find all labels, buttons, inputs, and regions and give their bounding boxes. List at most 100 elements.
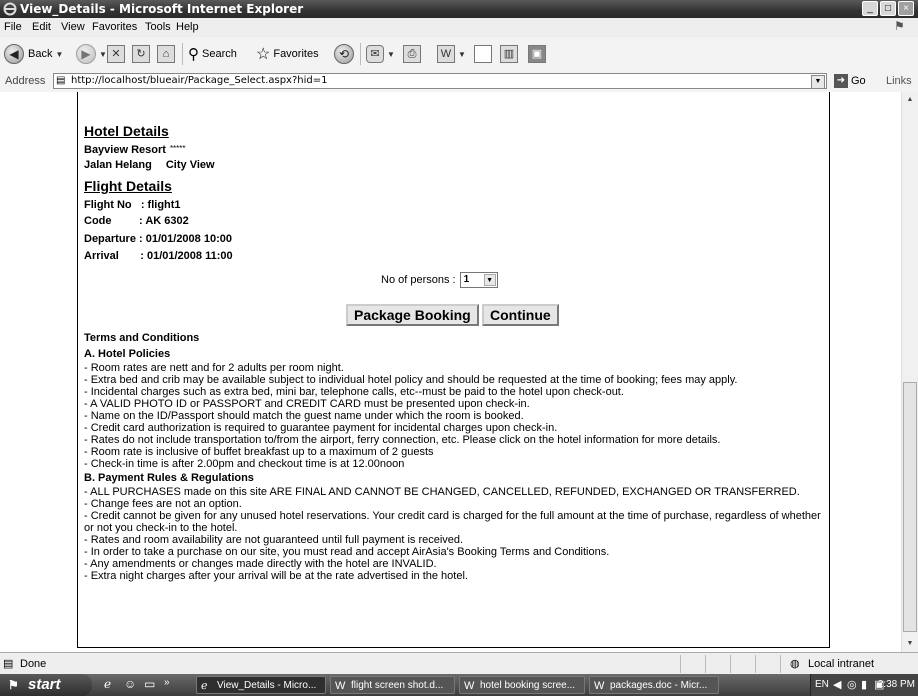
refresh-button[interactable]: ↻: [132, 43, 150, 65]
hotel-policies-title: A. Hotel Policies: [84, 348, 171, 360]
task-flight-doc[interactable]: W flight screen shot.d...: [330, 676, 455, 694]
task-view-details[interactable]: ℯ View_Details - Micro...: [196, 676, 326, 694]
start-button[interactable]: ⚑ start: [0, 674, 92, 696]
messenger-button[interactable]: ▣: [528, 43, 546, 65]
address-bar: Address ▤ http://localhost/blueair/Packa…: [0, 71, 918, 93]
payment-rule-item: - Rates and room availability are not gu…: [84, 534, 464, 546]
language-indicator[interactable]: EN: [815, 674, 829, 696]
hotel-policy-item: - Check-in time is after 2.00pm and chec…: [84, 458, 405, 470]
hotel-policy-item: - Room rate is inclusive of buffet break…: [84, 446, 434, 458]
persons-select[interactable]: 1 ▼: [459, 272, 498, 288]
chevron-down-icon: ▼: [387, 49, 395, 59]
status-divider: [755, 655, 756, 673]
payment-rule-item: - Any amendments or changes made directl…: [84, 558, 437, 570]
forward-button[interactable]: ▶ ▼: [76, 43, 107, 65]
minimize-button[interactable]: _: [862, 1, 878, 16]
menu-favorites[interactable]: Favorites: [92, 21, 137, 33]
research-icon: ▥: [500, 45, 518, 63]
word-task-icon: W: [335, 680, 346, 692]
star-icon: ☆: [256, 46, 271, 63]
search-label: Search: [202, 48, 237, 60]
more-quicklaunch-icon[interactable]: »: [164, 677, 170, 688]
title-bar: View_Details - Microsoft Internet Explor…: [0, 0, 918, 18]
scroll-down-icon[interactable]: ▼: [903, 637, 917, 651]
links-button[interactable]: Links: [886, 75, 912, 87]
history-button[interactable]: ⟲: [334, 43, 354, 65]
toolbar-separator: [182, 43, 183, 65]
task-label: flight screen shot.d...: [351, 680, 444, 691]
status-divider: [680, 655, 681, 673]
hotel-policy-item: - A VALID PHOTO ID or PASSPORT and CREDI…: [84, 398, 530, 410]
flight-departure: Departure : 01/01/2008 10:00: [84, 233, 232, 245]
scrollbar-thumb[interactable]: [903, 382, 917, 632]
page-done-icon: ▤: [3, 658, 14, 670]
stop-icon: ✕: [107, 45, 125, 63]
persons-value: 1: [463, 274, 470, 285]
menu-file[interactable]: File: [4, 21, 22, 33]
windows-logo-icon: ⚑: [894, 19, 905, 33]
favorites-label: Favorites: [273, 48, 319, 60]
terms-section: Terms and Conditions A. Hotel Policies -…: [84, 330, 824, 582]
task-hotel-doc[interactable]: W hotel booking scree...: [459, 676, 585, 694]
payment-rules-title: B. Payment Rules & Regulations: [84, 472, 254, 484]
back-label: Back: [28, 48, 53, 60]
package-booking-button[interactable]: Package Booking: [346, 304, 479, 326]
intranet-icon: ◍: [790, 658, 800, 670]
menu-view[interactable]: View: [61, 21, 85, 33]
chevron-down-icon: ▼: [99, 49, 107, 59]
task-packages-doc[interactable]: W packages.doc - Micr...: [589, 676, 719, 694]
hotel-details-heading: Hotel Details: [84, 123, 169, 139]
messenger-quicklaunch-icon[interactable]: ☺: [124, 677, 136, 691]
desktop-quicklaunch-icon[interactable]: ▭: [144, 677, 155, 691]
menu-tools[interactable]: Tools: [145, 21, 171, 33]
address-input[interactable]: ▤ http://localhost/blueair/Package_Selec…: [53, 73, 827, 89]
home-button[interactable]: ⌂: [157, 43, 175, 65]
volume-tray-icon[interactable]: ▮: [861, 674, 867, 696]
word-icon: W: [437, 45, 455, 63]
hotel-stars: *****: [169, 144, 186, 153]
hotel-location: Jalan Helang: [84, 159, 152, 171]
continue-button[interactable]: Continue: [482, 304, 559, 326]
page-content: Hotel Details Bayview Resort ***** Jalan …: [0, 92, 901, 652]
ie-quicklaunch-icon[interactable]: ℯ: [104, 677, 111, 691]
history-icon: ⟲: [334, 44, 354, 64]
edit-button[interactable]: W ▼: [437, 43, 466, 65]
print-button[interactable]: ⎙: [403, 43, 421, 65]
close-button[interactable]: ×: [898, 1, 914, 16]
scroll-up-icon[interactable]: ▲: [903, 93, 917, 107]
hotel-policy-item: - Room rates are nett and for 2 adults p…: [84, 362, 344, 374]
home-icon: ⌂: [157, 45, 175, 63]
page-icon: ▤: [56, 75, 66, 86]
network-tray-icon[interactable]: ◎: [847, 674, 857, 696]
menu-help[interactable]: Help: [176, 21, 199, 33]
hotel-name: Bayview Resort: [84, 144, 166, 156]
task-label: View_Details - Micro...: [217, 680, 317, 691]
ie-task-icon: ℯ: [201, 680, 208, 692]
vertical-scrollbar[interactable]: ▲ ▼: [901, 92, 918, 652]
stop-button[interactable]: ✕: [107, 43, 125, 65]
system-tray: EN ◀ ◎ ▮ ▣ 2:38 PM: [810, 674, 918, 696]
payment-rule-item: - Extra night charges after your arrival…: [84, 570, 468, 582]
back-tray-icon[interactable]: ◀: [833, 674, 841, 696]
mail-button[interactable]: ✉ ▼: [366, 43, 395, 65]
search-button[interactable]: ⚲ Search: [188, 43, 237, 65]
chevron-down-icon[interactable]: ▼: [811, 75, 825, 89]
maximize-button[interactable]: □: [880, 1, 896, 16]
print-icon: ⎙: [403, 45, 421, 63]
window-title: View_Details - Microsoft Internet Explor…: [20, 2, 304, 16]
ie-icon: [3, 2, 17, 16]
search-icon: ⚲: [188, 46, 199, 63]
menu-edit[interactable]: Edit: [32, 21, 51, 33]
favorites-button[interactable]: ☆ Favorites: [256, 43, 319, 65]
status-divider: [730, 655, 731, 673]
flight-arrival: Arrival : 01/01/2008 11:00: [84, 250, 233, 262]
back-arrow-icon: ◀: [4, 44, 24, 64]
payment-rule-item: - Credit cannot be given for any unused …: [84, 510, 821, 534]
research-button[interactable]: ▥: [500, 43, 518, 65]
status-bar: ▤ Done ◍ Local intranet: [0, 652, 918, 675]
go-button[interactable]: ➜ Go: [834, 73, 866, 89]
hotel-policy-item: - Extra bed and crib may be available su…: [84, 374, 738, 386]
back-button[interactable]: ◀ Back ▼: [4, 43, 63, 65]
address-label: Address: [5, 75, 46, 87]
discuss-button[interactable]: [474, 43, 492, 65]
